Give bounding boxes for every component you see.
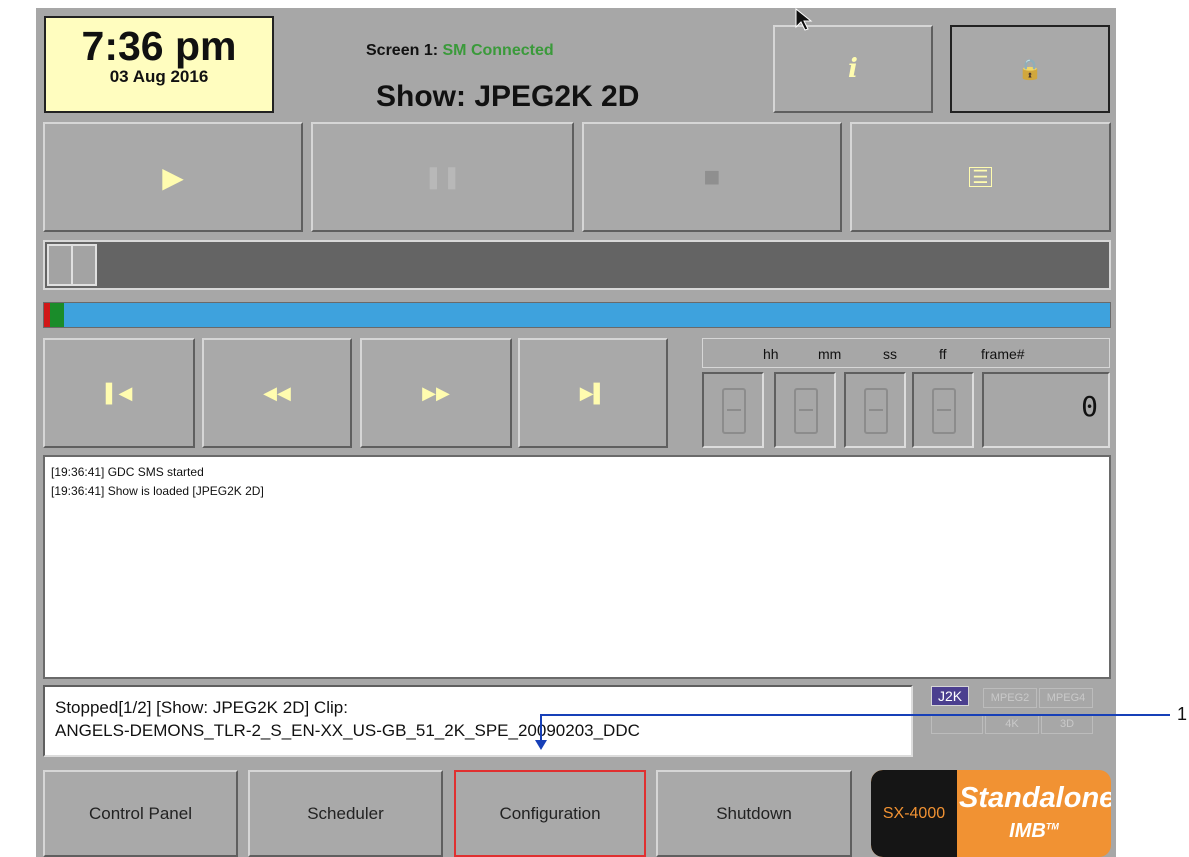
status-line-2: ANGELS-DEMONS_TLR-2_S_EN-XX_US-GB_51_2K_…: [55, 721, 640, 740]
playlist-icon: ☰: [969, 167, 992, 187]
timecode-hh: [702, 372, 764, 448]
skip-to-end-icon: ▶▌: [579, 382, 607, 403]
progress-marker-green: [50, 303, 64, 327]
clock-display: 7:36 pm 03 Aug 2016: [44, 16, 274, 113]
scrubber-handle[interactable]: [47, 244, 97, 286]
shutdown-label: Shutdown: [716, 803, 792, 823]
timecode-frame-label: frame#: [981, 346, 1025, 362]
screen-label: Screen 1:: [366, 42, 439, 59]
fast-forward-icon: ▶▶: [422, 382, 450, 403]
clock-time: 7:36 pm: [81, 23, 237, 69]
codec-3d-badge: 3D: [1041, 714, 1093, 734]
play-button[interactable]: ▶: [43, 122, 303, 232]
timecode-frame-number: 0: [982, 372, 1110, 448]
timecode-ff-label: ff: [939, 346, 947, 362]
brand-line-2: IMBTM: [1009, 820, 1059, 842]
codec-empty-badge: [931, 714, 983, 734]
playback-status: Stopped[1/2] [Show: JPEG2K 2D] Clip: ANG…: [43, 685, 913, 757]
control-panel-label: Control Panel: [88, 803, 192, 823]
rewind-button[interactable]: ◀◀: [202, 338, 352, 448]
position-scrubber[interactable]: [43, 240, 1111, 290]
shutdown-button[interactable]: Shutdown: [656, 770, 852, 857]
timecode-hh-label: hh: [763, 346, 779, 362]
configuration-button[interactable]: Configuration: [454, 770, 646, 857]
timecode-mm-label: mm: [818, 346, 842, 362]
info-button[interactable]: i: [773, 25, 933, 113]
brand-line-1: Standalone: [959, 782, 1111, 814]
stop-button[interactable]: ■: [582, 122, 842, 232]
configuration-label: Configuration: [499, 803, 601, 823]
callout-number: 1: [1177, 704, 1188, 724]
codec-j2k-badge: J2K: [931, 686, 969, 706]
skip-to-start-button[interactable]: ▌◀: [43, 338, 195, 448]
scheduler-label: Scheduler: [307, 803, 384, 823]
codec-4k-badge: 4K: [985, 714, 1039, 734]
play-icon: ▶: [162, 161, 184, 193]
scheduler-button[interactable]: Scheduler: [248, 770, 443, 857]
connection-status: SM Connected: [442, 42, 554, 59]
callout-arrow-icon: [535, 740, 547, 750]
codec-mpeg4-badge: MPEG4: [1039, 688, 1093, 708]
log-line: [19:36:41] GDC SMS started: [51, 465, 204, 479]
frame-number-value: 0: [1081, 390, 1098, 423]
skip-to-end-button[interactable]: ▶▌: [518, 338, 668, 448]
brand-logo: SX-4000 Standalone IMBTM: [871, 770, 1111, 857]
pause-button[interactable]: ❚❚: [311, 122, 574, 232]
playback-progress-bar: [43, 302, 1111, 328]
playlist-button[interactable]: ☰: [850, 122, 1111, 232]
pause-icon: ❚❚: [424, 164, 461, 189]
lock-icon: 🔒: [1017, 58, 1043, 81]
show-title: Show: JPEG2K 2D: [376, 80, 640, 113]
timecode-ff: [912, 372, 974, 448]
info-icon: i: [848, 54, 858, 84]
log-line: [19:36:41] Show is loaded [JPEG2K 2D]: [51, 484, 264, 498]
control-panel-button[interactable]: Control Panel: [43, 770, 238, 857]
stop-icon: ■: [703, 161, 721, 192]
timecode-header: hh mm ss ff frame#: [702, 338, 1110, 368]
lock-button[interactable]: 🔒: [950, 25, 1110, 113]
timecode-mm: [774, 372, 836, 448]
brand-model: SX-4000: [871, 770, 957, 857]
timecode-ss-label: ss: [883, 346, 897, 362]
rewind-icon: ◀◀: [263, 382, 291, 403]
timecode-ss: [844, 372, 906, 448]
skip-to-start-icon: ▌◀: [105, 382, 133, 403]
codec-mpeg2-badge: MPEG2: [983, 688, 1037, 708]
event-log: [19:36:41] GDC SMS started [19:36:41] Sh…: [43, 455, 1111, 679]
clock-date: 03 Aug 2016: [109, 67, 209, 86]
fast-forward-button[interactable]: ▶▶: [360, 338, 512, 448]
callout-leader-line: [540, 714, 1170, 716]
cinema-server-panel: 7:36 pm 03 Aug 2016 Screen 1: SM Connect…: [36, 8, 1116, 857]
screen-status: Screen 1: SM Connected: [366, 42, 554, 60]
mouse-cursor-icon: [795, 8, 813, 31]
